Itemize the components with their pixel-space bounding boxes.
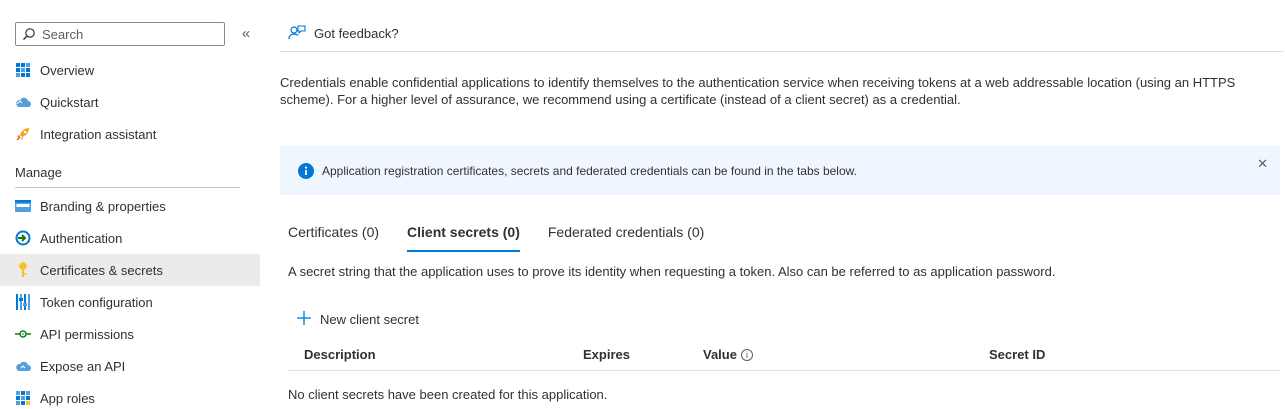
- main-content: Got feedback? Credentials enable confide…: [280, 0, 1285, 409]
- sidebar-item-label: API permissions: [40, 326, 134, 342]
- sidebar-item-branding[interactable]: Branding & properties: [0, 190, 260, 222]
- feedback-person-icon: [288, 25, 306, 40]
- branding-icon: [15, 198, 31, 214]
- column-expires: Expires: [583, 347, 630, 362]
- intro-text: Credentials enable confidential applicat…: [280, 75, 1236, 107]
- sidebar-item-app-roles[interactable]: App roles: [0, 382, 260, 409]
- section-divider: [15, 187, 240, 188]
- info-banner: Application registration certificates, s…: [280, 146, 1280, 195]
- search-row: «: [15, 22, 255, 46]
- authentication-icon: [15, 230, 31, 246]
- info-circle-icon[interactable]: i: [740, 348, 753, 361]
- search-icon: [23, 28, 35, 40]
- sidebar-item-integration-assistant[interactable]: Integration assistant: [0, 118, 260, 150]
- info-banner-message: Application registration certificates, s…: [322, 163, 857, 178]
- sidebar-item-label: Branding & properties: [40, 198, 166, 214]
- sidebar-item-overview[interactable]: Overview: [0, 54, 260, 86]
- api-permissions-icon: [15, 326, 31, 342]
- credential-tabs: Certificates (0) Client secrets (0) Fede…: [288, 224, 732, 252]
- sidebar-item-label: Certificates & secrets: [40, 262, 163, 278]
- search-input[interactable]: [42, 26, 212, 42]
- feedback-button[interactable]: Got feedback?: [288, 24, 399, 42]
- sidebar-item-certificates-secrets[interactable]: Certificates & secrets: [0, 254, 260, 286]
- sidebar-item-authentication[interactable]: Authentication: [0, 222, 260, 254]
- secrets-table-header: Description Expires Value i Secret ID: [288, 340, 1280, 371]
- sidebar-item-label: App roles: [40, 390, 95, 406]
- plus-icon: [296, 310, 312, 328]
- sidebar-item-api-permissions[interactable]: API permissions: [0, 318, 260, 350]
- collapse-sidebar-button[interactable]: «: [237, 24, 255, 44]
- sidebar-item-label: Quickstart: [40, 94, 99, 110]
- rocket-icon: [15, 126, 31, 142]
- column-value-label: Value: [703, 347, 737, 362]
- sidebar-item-quickstart[interactable]: Quickstart: [0, 86, 260, 118]
- tab-description: A secret string that the application use…: [288, 264, 1056, 279]
- manage-section-label: Manage: [15, 165, 62, 180]
- empty-table-message: No client secrets have been created for …: [288, 387, 608, 402]
- new-client-secret-label: New client secret: [320, 311, 419, 327]
- token-bars-icon: [15, 294, 31, 310]
- sidebar-item-label: Authentication: [40, 230, 123, 246]
- new-client-secret-button[interactable]: New client secret: [296, 310, 419, 328]
- overview-grid-icon: [15, 62, 31, 78]
- tab-federated-credentials[interactable]: Federated credentials (0): [548, 224, 704, 250]
- close-icon[interactable]: ✕: [1257, 156, 1268, 172]
- search-box[interactable]: [15, 22, 225, 46]
- tab-client-secrets[interactable]: Client secrets (0): [407, 224, 520, 252]
- column-description: Description: [304, 347, 376, 362]
- sidebar-item-label: Token configuration: [40, 294, 153, 310]
- cloud-api-icon: [15, 358, 31, 374]
- command-bar-divider: [280, 51, 1283, 52]
- info-icon: [298, 162, 314, 179]
- sidebar-item-label: Expose an API: [40, 358, 126, 374]
- sidebar-item-expose-api[interactable]: Expose an API: [0, 350, 260, 382]
- feedback-label: Got feedback?: [314, 25, 399, 41]
- sidebar-item-label: Overview: [40, 62, 95, 78]
- app-roles-icon: [15, 390, 31, 406]
- sidebar: « Overview Quickstart Integration assist…: [0, 0, 260, 409]
- column-secret-id: Secret ID: [989, 347, 1046, 362]
- sidebar-item-label: Integration assistant: [40, 126, 157, 142]
- column-value: Value i: [703, 347, 753, 362]
- tab-certificates[interactable]: Certificates (0): [288, 224, 379, 250]
- sidebar-item-token-configuration[interactable]: Token configuration: [0, 286, 260, 318]
- key-icon: [15, 262, 31, 278]
- cloud-icon: [15, 94, 31, 110]
